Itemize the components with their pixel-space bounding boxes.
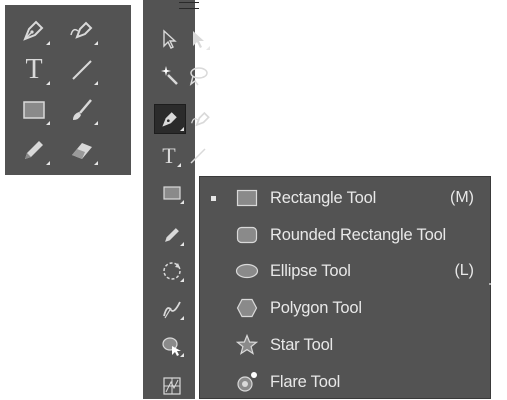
curvature-pen-tool[interactable] (188, 106, 214, 132)
flyout-indicator (94, 121, 98, 125)
toolbar-grip[interactable] (179, 2, 199, 9)
shape-builder-tool[interactable] (159, 333, 185, 359)
menu-item-label: Rounded Rectangle Tool (270, 225, 447, 244)
flyout-indicator (94, 161, 98, 165)
flyout-indicator (206, 46, 210, 50)
pen-tool[interactable] (154, 104, 186, 134)
warp-tool[interactable] (159, 296, 185, 322)
menu-item-star-tool[interactable]: Star Tool (200, 327, 490, 363)
paintbrush-icon (69, 97, 95, 123)
line-segment-tool[interactable] (185, 143, 211, 169)
menu-item-label: Polygon Tool (270, 298, 362, 317)
type-tool[interactable]: T (17, 53, 51, 87)
eraser-tool[interactable] (65, 133, 99, 167)
menu-item-label: Star Tool (270, 335, 334, 354)
direct-selection-icon (188, 29, 208, 49)
ellipse-icon (234, 258, 260, 284)
flyout-indicator (180, 127, 184, 131)
menu-item-rectangle-tool[interactable]: Rectangle Tool (M) (200, 180, 490, 216)
direct-selection-tool[interactable] (185, 26, 211, 52)
type-tool[interactable]: T (156, 143, 182, 169)
rectangle-icon (162, 183, 182, 203)
lasso-tool[interactable] (185, 62, 211, 88)
shortcut-label: (L) (454, 262, 474, 279)
flyout-indicator (180, 278, 184, 282)
type-icon: T (162, 143, 176, 168)
pen-tool[interactable] (17, 13, 51, 47)
menu-item-label: Rectangle Tool (270, 188, 377, 207)
selection-tool[interactable] (156, 26, 182, 52)
menu-item-rounded-rectangle-tool[interactable]: Rounded Rectangle Tool (200, 217, 490, 253)
curvature-pen-icon (190, 108, 212, 130)
magic-wand-icon (158, 64, 180, 86)
paintbrush-tool[interactable] (65, 93, 99, 127)
flyout-indicator (46, 41, 50, 45)
shape-tools-flyout: Rectangle Tool (M) Rounded Rectangle Too… (199, 176, 491, 399)
lasso-icon (187, 64, 209, 86)
flyout-indicator (46, 161, 50, 165)
pencil-tool[interactable] (17, 133, 51, 167)
rectangle-tool[interactable] (159, 180, 185, 206)
menu-item-label: Flare Tool (270, 372, 341, 391)
magic-wand-tool[interactable] (156, 62, 182, 88)
flare-icon (234, 369, 260, 395)
rectangle-icon (21, 97, 47, 123)
flyout-indicator (180, 242, 184, 246)
menu-item-ellipse-tool[interactable]: Ellipse Tool (L) (200, 253, 490, 289)
flyout-indicator (46, 121, 50, 125)
rectangle-tool[interactable] (17, 93, 51, 127)
curvature-pen-icon (69, 17, 95, 43)
flyout-indicator (180, 200, 184, 204)
pen-icon (21, 17, 47, 43)
selection-icon (159, 29, 179, 49)
pencil-icon (162, 225, 182, 245)
flyout-edge-mark (489, 283, 491, 285)
rotate-tool[interactable] (159, 258, 185, 284)
rectangle-icon (234, 185, 260, 211)
menu-item-polygon-tool[interactable]: Polygon Tool (200, 290, 490, 326)
curvature-pen-tool[interactable] (65, 13, 99, 47)
line-segment-icon (188, 146, 208, 166)
pencil-icon (21, 137, 47, 163)
eraser-icon (69, 137, 95, 163)
graph-icon (162, 376, 182, 396)
flyout-indicator (180, 316, 184, 320)
flyout-indicator (46, 81, 50, 85)
line-segment-icon (69, 57, 95, 83)
flyout-indicator (94, 81, 98, 85)
main-toolbar: T (143, 0, 210, 399)
flyout-indicator (177, 163, 181, 167)
menu-item-flare-tool[interactable]: Flare Tool (200, 364, 490, 400)
pencil-tool[interactable] (159, 222, 185, 248)
rounded-rectangle-icon (234, 222, 260, 248)
flyout-indicator (180, 353, 184, 357)
tools-panel-left: T (5, 5, 131, 175)
menu-item-label: Ellipse Tool (270, 261, 351, 280)
selected-indicator (211, 195, 216, 201)
star-icon (234, 332, 260, 358)
shortcut-label: (M) (450, 189, 474, 206)
flyout-indicator (94, 41, 98, 45)
graph-tool[interactable] (159, 373, 185, 399)
polygon-icon (234, 295, 260, 321)
type-icon: T (25, 54, 43, 85)
line-segment-tool[interactable] (65, 53, 99, 87)
pen-icon (159, 108, 181, 130)
